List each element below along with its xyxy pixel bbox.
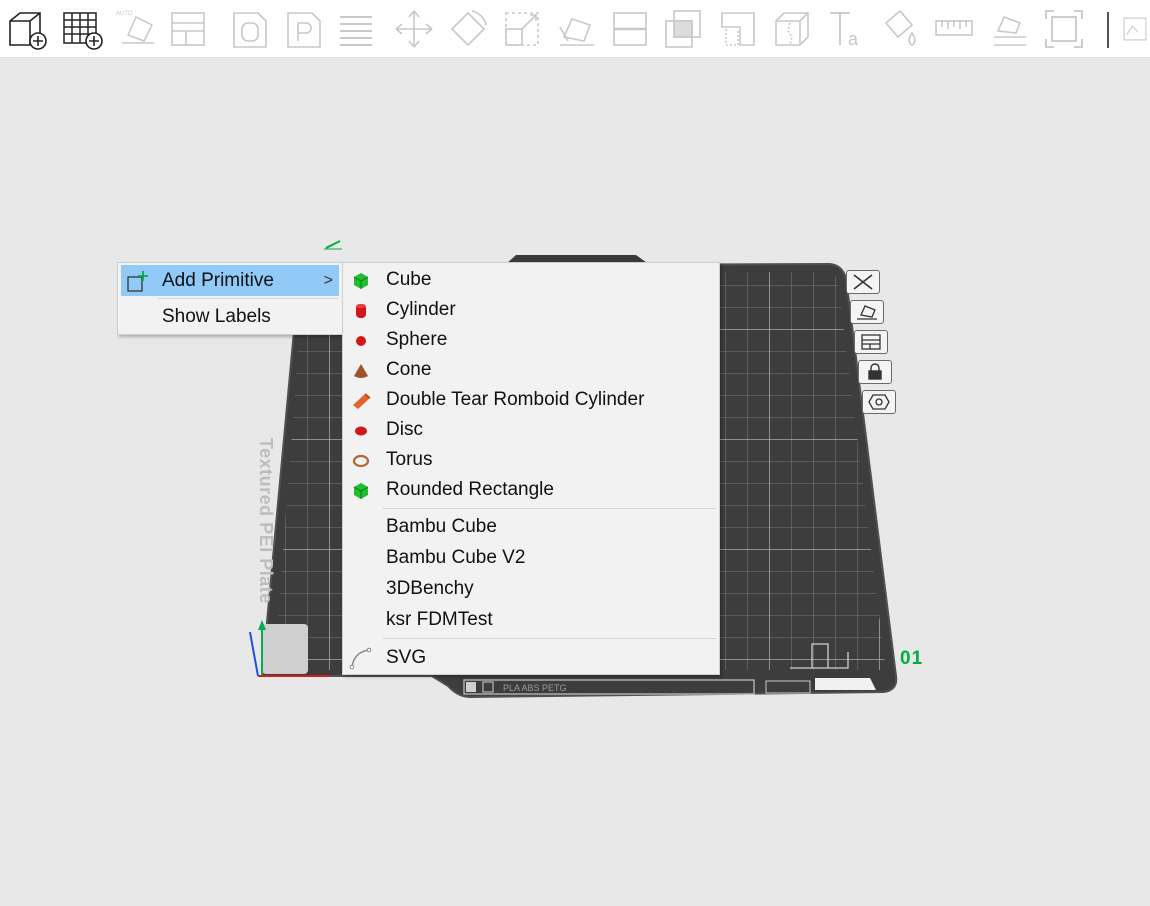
submenu-item-torus[interactable]: Torus <box>345 445 717 475</box>
disc-icon <box>355 426 367 436</box>
cube-icon <box>353 273 369 289</box>
split-objects-icon <box>226 6 274 52</box>
main-toolbar: AUTO a <box>0 0 1150 58</box>
hexagon-settings-icon <box>868 394 890 410</box>
arrange-icon <box>164 6 212 52</box>
menu-item-label: Show Labels <box>162 305 271 327</box>
submenu-item-cube[interactable]: Cube <box>345 265 717 295</box>
submenu-item-label: Cylinder <box>386 299 456 320</box>
add-object-icon[interactable] <box>2 6 50 52</box>
menu-item-label: Add Primitive <box>162 269 274 291</box>
svg-curve-icon <box>349 647 372 670</box>
plate-close-button[interactable] <box>846 270 880 294</box>
submenu-item-label: Bambu Cube V2 <box>386 547 526 568</box>
romboid-cylinder-icon <box>353 393 371 409</box>
lock-icon <box>868 363 882 380</box>
primitive-submenu: Cube Cylinder Sphere Cone Double Tear Ro… <box>342 262 720 675</box>
rotate-icon <box>444 6 492 52</box>
menu-separator <box>383 638 716 639</box>
context-menu: Add Primitive > Show Labels <box>117 262 343 335</box>
add-plate-icon[interactable] <box>58 6 106 52</box>
submenu-item-label: Disc <box>386 419 423 440</box>
measure-icon <box>930 6 978 52</box>
auto-orient-icon: AUTO <box>112 6 160 52</box>
submenu-item-label: Sphere <box>386 329 448 350</box>
seam-paint-icon <box>768 6 816 52</box>
submenu-item-sphere[interactable]: Sphere <box>345 325 717 355</box>
submenu-item-ksr-fdmtest[interactable]: ksr FDMTest <box>345 605 717 635</box>
torus-icon <box>352 454 370 468</box>
plate-type-label: Textured PEI Plate <box>256 438 276 604</box>
submenu-item-label: 3DBenchy <box>386 578 474 599</box>
move-icon <box>390 6 438 52</box>
add-primitive-icon <box>127 271 148 292</box>
submenu-item-double-tear-romboid-cylinder[interactable]: Double Tear Romboid Cylinder <box>345 385 717 415</box>
plate-arrange-button[interactable] <box>854 330 888 354</box>
submenu-item-3dbenchy[interactable]: 3DBenchy <box>345 574 717 604</box>
submenu-item-disc[interactable]: Disc <box>345 415 717 445</box>
cylinder-icon <box>356 304 366 318</box>
sphere-icon <box>356 336 366 346</box>
submenu-item-label: ksr FDMTest <box>386 609 493 630</box>
arrange-icon <box>861 334 881 350</box>
split-view-icon <box>1120 6 1150 52</box>
layers-icon <box>332 6 380 52</box>
auto-orient-icon <box>857 305 877 320</box>
cut-icon <box>606 6 654 52</box>
plate-footer-text: PLA ABS PETG <box>503 683 567 693</box>
split-parts-icon <box>280 6 328 52</box>
submenu-item-label: Rounded Rectangle <box>386 479 554 500</box>
fit-view-icon <box>1040 6 1088 52</box>
submenu-item-cone[interactable]: Cone <box>345 355 717 385</box>
svg-text:AUTO: AUTO <box>116 11 133 17</box>
color-paint-icon <box>876 6 924 52</box>
menu-item-add-primitive[interactable]: Add Primitive > <box>121 265 339 296</box>
submenu-item-label: Bambu Cube <box>386 516 497 537</box>
toolbar-separator <box>1107 12 1109 48</box>
plate-number: 01 <box>900 648 924 669</box>
submenu-arrow-icon: > <box>323 271 333 289</box>
cone-icon <box>354 364 368 378</box>
support-paint-icon <box>714 6 762 52</box>
assembly-icon <box>986 6 1034 52</box>
close-icon <box>853 274 873 290</box>
lay-on-face-icon <box>552 6 600 52</box>
plate-settings-button[interactable] <box>862 390 896 414</box>
boolean-icon <box>660 6 708 52</box>
submenu-item-bambu-cube[interactable]: Bambu Cube <box>345 512 717 542</box>
menu-separator <box>158 298 338 299</box>
rounded-rectangle-icon <box>353 483 369 499</box>
scale-icon <box>498 6 546 52</box>
submenu-item-label: Cube <box>386 269 432 290</box>
plate-lock-button[interactable] <box>858 360 892 384</box>
submenu-item-label: SVG <box>386 647 427 668</box>
menu-item-show-labels[interactable]: Show Labels <box>121 301 339 332</box>
menu-separator <box>383 508 716 509</box>
submenu-item-svg[interactable]: SVG <box>345 643 717 673</box>
submenu-item-label: Cone <box>386 359 432 380</box>
submenu-item-bambu-cube-v2[interactable]: Bambu Cube V2 <box>345 543 717 573</box>
submenu-item-rounded-rectangle[interactable]: Rounded Rectangle <box>345 475 717 505</box>
text-icon: a <box>822 6 870 52</box>
plate-orient-button[interactable] <box>850 300 884 324</box>
svg-text:a: a <box>848 29 859 49</box>
submenu-item-cylinder[interactable]: Cylinder <box>345 295 717 325</box>
submenu-item-label: Double Tear Romboid Cylinder <box>386 389 645 410</box>
submenu-item-label: Torus <box>386 449 433 470</box>
